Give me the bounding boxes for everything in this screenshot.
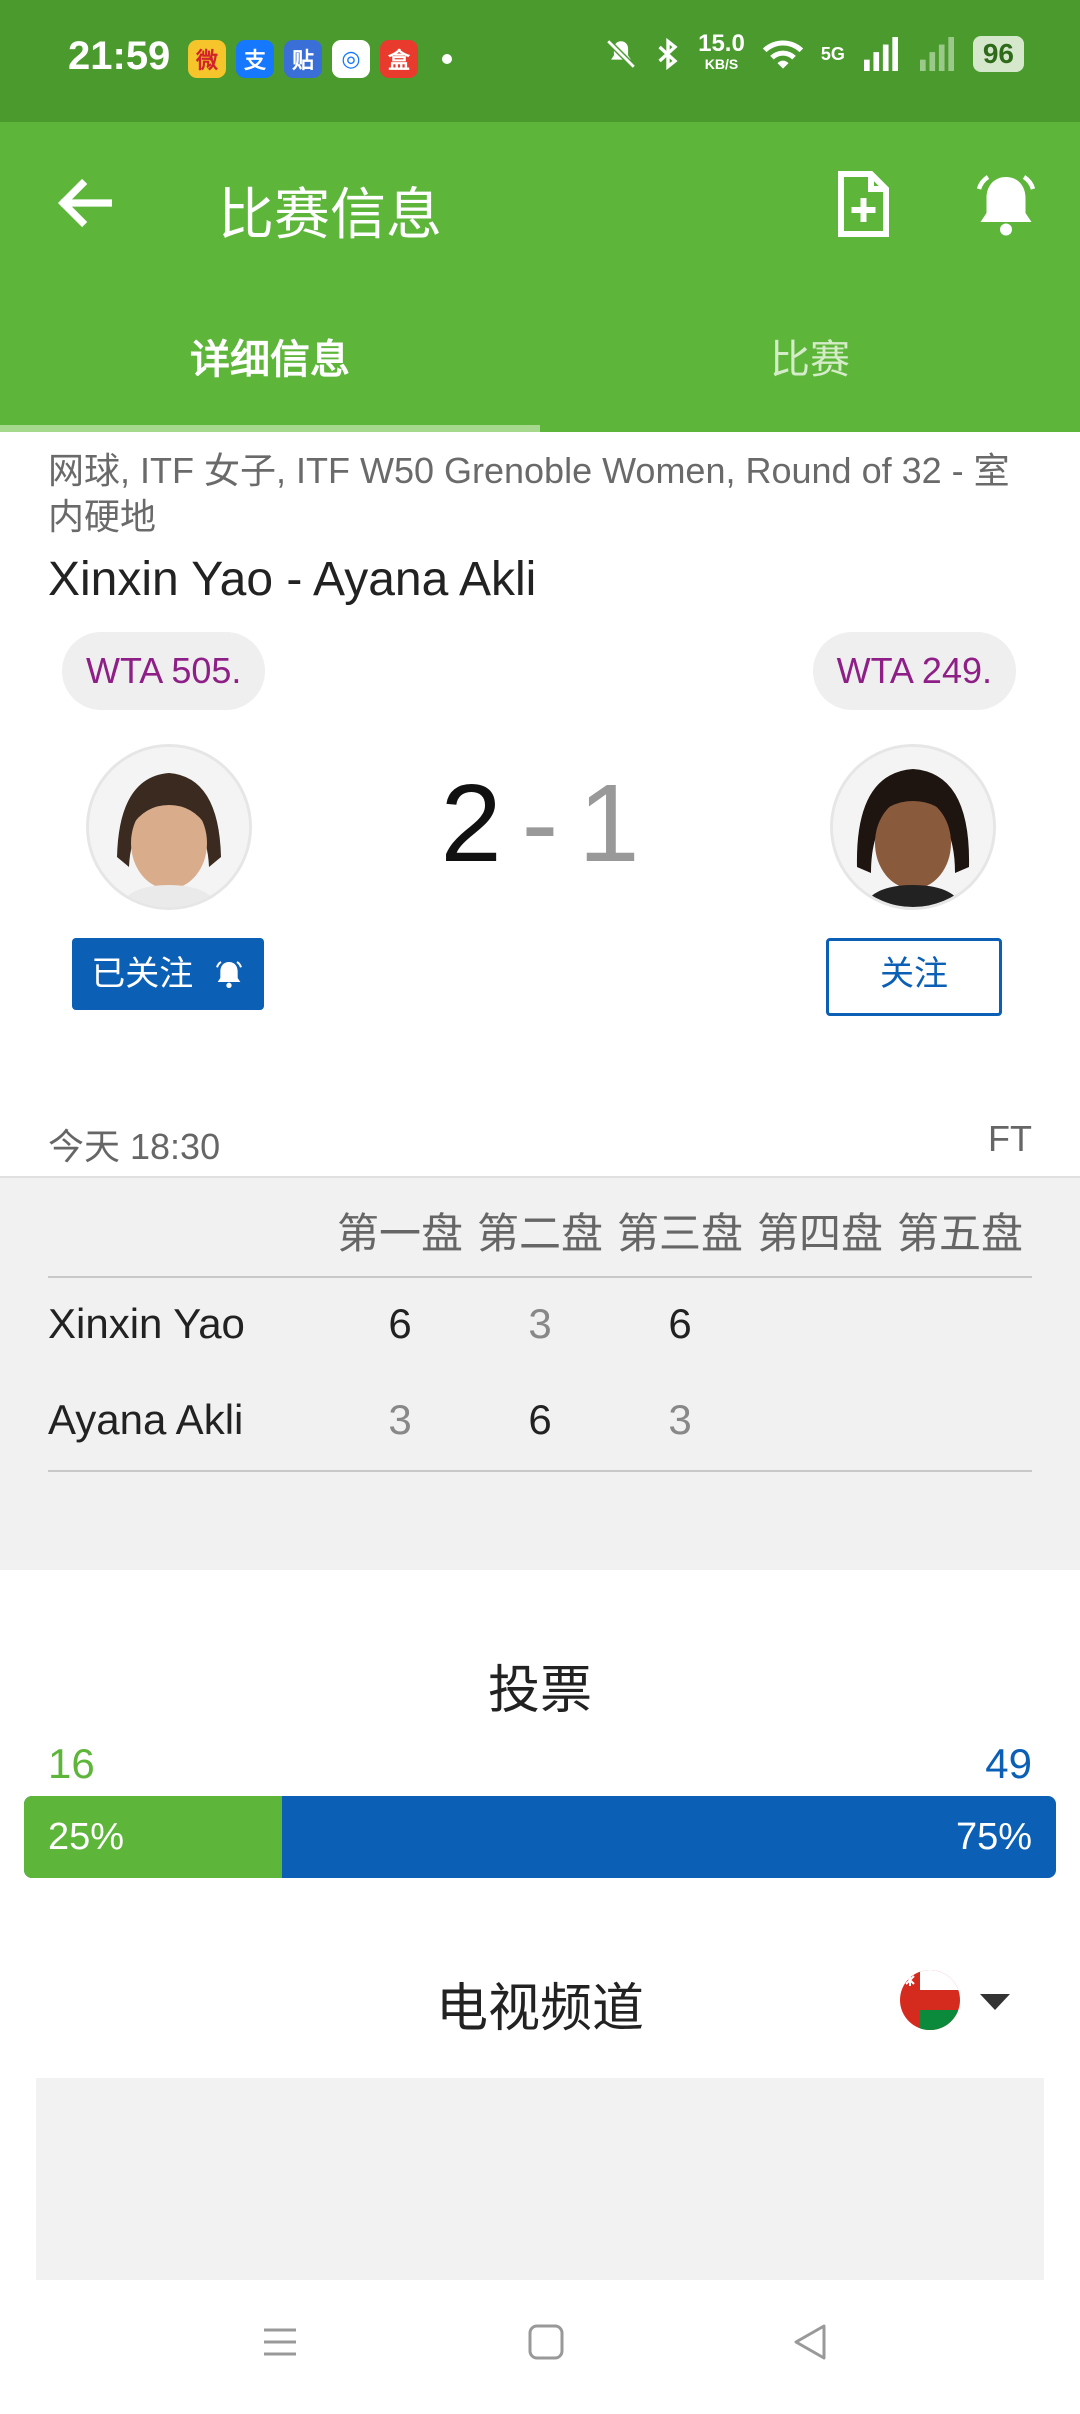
status-time: 21:59	[68, 34, 171, 78]
set-header-5: 第五盘	[896, 1210, 1023, 1257]
score-separator: -	[521, 762, 559, 885]
back-icon[interactable]	[790, 2322, 830, 2362]
speed-unit: KB/S	[704, 56, 739, 72]
home-icon[interactable]	[526, 2322, 566, 2362]
player2-sets-won: 1	[578, 762, 640, 885]
add-document-icon[interactable]	[826, 168, 898, 240]
match-info-line: 网球, ITF 女子, ITF W50 Grenoble Women, Roun…	[48, 450, 1010, 537]
more-notifications-dot	[442, 54, 452, 64]
mute-icon	[606, 39, 636, 69]
set-score-cell: 3	[668, 1396, 692, 1443]
match-status: FT	[988, 1118, 1032, 1159]
vote-pct-player1: 25%	[48, 1816, 125, 1858]
bell-icon	[215, 961, 242, 988]
app-bar: 比赛信息 详细信息 比赛	[0, 122, 1080, 432]
tv-channel-list	[36, 2078, 1044, 2288]
player2-photo	[833, 747, 993, 907]
system-indicators: 15.0 KB/S 5G 96	[604, 30, 1024, 74]
oman-flag-icon[interactable]	[900, 1970, 960, 2030]
vote-title: 投票	[487, 1662, 592, 1720]
player1-rank[interactable]: WTA 505.	[62, 632, 266, 710]
match-start-time: 今天 18:30	[48, 1126, 221, 1167]
player2-rank[interactable]: WTA 249.	[812, 632, 1016, 710]
alipay-icon: 支	[236, 40, 274, 78]
sets-header-divider	[48, 1276, 1032, 1278]
signal-2-icon	[919, 37, 954, 71]
menu-icon[interactable]	[260, 2322, 300, 2362]
vote-count-player1: 16	[48, 1740, 95, 1787]
back-arrow-icon[interactable]	[50, 168, 120, 238]
tieba-icon: 贴	[284, 40, 322, 78]
follow-player2-button[interactable]: 关注	[826, 938, 1002, 1016]
browser-icon: ◎	[332, 40, 370, 78]
alarm-bell-icon[interactable]	[970, 168, 1042, 240]
follow-player1-button[interactable]: 已关注	[72, 938, 264, 1010]
shop-icon: 盒	[380, 40, 418, 78]
set-row-player2-name: Ayana Akli	[48, 1396, 244, 1443]
sets-table: 第一盘 第二盘 第三盘 第四盘 第五盘 Xinxin Yao 6 3 6 Aya…	[0, 1176, 1080, 1570]
set-score-cell: 3	[388, 1396, 412, 1443]
set-score-cell: 6	[528, 1396, 552, 1443]
signal-icon	[863, 37, 898, 71]
player2-avatar[interactable]	[830, 744, 996, 910]
follow-player1-label: 已关注	[91, 955, 194, 993]
match-title: Xinxin Yao - Ayana Akli	[48, 553, 537, 606]
set-header-1: 第一盘	[336, 1210, 463, 1257]
weibo-icon: 微	[188, 40, 226, 78]
battery-level: 96	[972, 36, 1024, 72]
speed-value: 15.0	[698, 30, 745, 57]
set-score-cell: 6	[668, 1300, 692, 1347]
tab-details[interactable]: 详细信息	[0, 312, 540, 432]
vote-count-player2: 49	[985, 1740, 1032, 1787]
set-score-cell: 6	[388, 1300, 412, 1347]
page-title: 比赛信息	[218, 183, 442, 246]
vote-pct-player2: 75%	[955, 1816, 1032, 1858]
system-nav-bar	[0, 2280, 1080, 2414]
set-header-2: 第二盘	[476, 1210, 603, 1257]
set-header-3: 第三盘	[616, 1210, 743, 1257]
wifi-icon	[762, 40, 803, 69]
player1-sets-won: 2	[440, 762, 502, 885]
set-score-cell: 3	[528, 1300, 552, 1347]
status-bar: 21:59 微 支 贴 ◎ 盒 15.0 KB/S 5G 96	[0, 0, 1080, 122]
set-row-player1-name: Xinxin Yao	[48, 1300, 245, 1347]
bluetooth-icon	[658, 37, 678, 71]
chevron-down-icon[interactable]	[980, 1994, 1010, 2010]
active-tab-indicator	[0, 425, 540, 432]
notification-icons: 微 支 贴 ◎ 盒	[188, 40, 452, 78]
network-speed: 15.0 KB/S	[698, 30, 745, 74]
vote-bar[interactable]: 25% 75%	[24, 1796, 1056, 1878]
tab-match[interactable]: 比赛	[540, 312, 1080, 432]
sets-footer-divider	[48, 1470, 1032, 1472]
set-header-4: 第四盘	[756, 1210, 883, 1257]
network-type: 5G	[820, 43, 845, 64]
